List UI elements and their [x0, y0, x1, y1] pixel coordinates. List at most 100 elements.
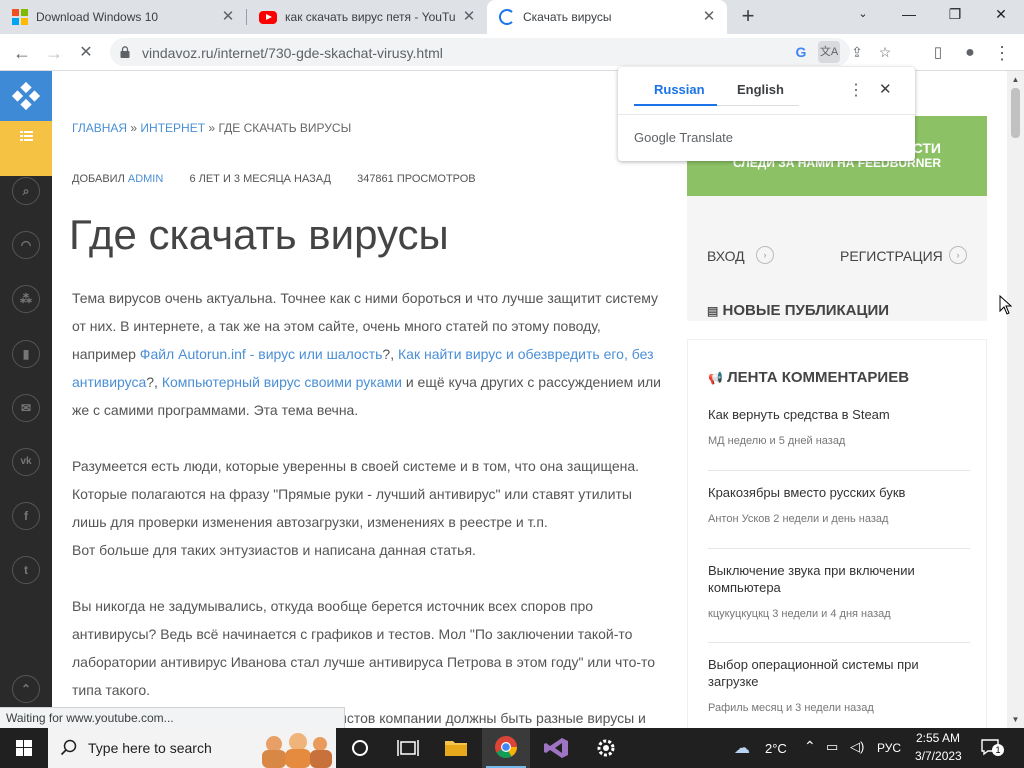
close-tab-icon[interactable]: ✕	[701, 9, 717, 25]
volume-icon[interactable]: ◁)	[850, 739, 864, 755]
paragraph-text: ?,	[382, 346, 398, 362]
chrome-icon[interactable]	[482, 728, 530, 768]
breadcrumb-section-link[interactable]: ИНТЕРНЕТ	[140, 121, 205, 135]
search-placeholder[interactable]: Type here to search	[88, 740, 212, 756]
menu-icon[interactable]	[0, 121, 52, 176]
article-link-computer-virus[interactable]: Компьютерный вирус своими руками	[162, 374, 402, 390]
brand-google: Google	[634, 130, 676, 145]
kebab-menu-icon[interactable]: ⋮	[988, 39, 1016, 67]
translate-icon[interactable]: 文A	[818, 41, 840, 63]
facebook-icon[interactable]: f	[12, 502, 40, 530]
network-icon[interactable]: ▭	[826, 739, 838, 755]
rss-icon[interactable]: ◠	[12, 231, 40, 259]
restore-button[interactable]: ❐	[932, 0, 978, 30]
chevron-right-icon[interactable]: ›	[949, 246, 967, 264]
search-icon	[60, 739, 77, 756]
weather-cloud-icon[interactable]: ☁	[734, 738, 750, 758]
google-translate-brand: Google Translate	[634, 130, 733, 145]
bookmark-icon[interactable]: ▮	[12, 340, 40, 368]
chevron-right-icon[interactable]: ›	[756, 246, 774, 264]
new-tab-button[interactable]: +	[736, 5, 760, 29]
paragraph-text: Вот больше для таких энтузиастов и напис…	[72, 542, 476, 558]
task-view-icon[interactable]	[384, 728, 432, 768]
twitter-icon[interactable]: t	[12, 556, 40, 584]
windows-taskbar: Type here to search ☁ 2°C ⌃ ▭ ◁) РУС 2:5…	[0, 728, 1024, 768]
input-language[interactable]: РУС	[877, 741, 901, 755]
close-tab-icon[interactable]: ✕	[220, 9, 236, 25]
tab-target-language[interactable]: English	[737, 82, 784, 97]
close-icon[interactable]: ✕	[879, 80, 892, 98]
profile-avatar-icon[interactable]: ●	[956, 39, 984, 67]
address-bar[interactable]: vindavoz.ru/internet/730-gde-skachat-vir…	[110, 38, 891, 66]
tab-active-skachat-virusy[interactable]: Скачать вирусы ✕	[487, 0, 727, 34]
comment-title[interactable]: Выключение звука при включении компьютер…	[708, 562, 970, 596]
author-link[interactable]: ADMIN	[128, 173, 163, 185]
share-icon[interactable]: ⇪	[846, 41, 868, 63]
divider	[618, 114, 915, 115]
visual-studio-icon[interactable]	[532, 728, 580, 768]
notification-count-badge: 1	[992, 744, 1004, 756]
scrollbar-thumb[interactable]	[1011, 88, 1020, 138]
google-lens-icon[interactable]: G	[790, 41, 812, 63]
scroll-down-arrow-icon[interactable]: ▼	[1007, 711, 1024, 728]
heading-text: ЛЕНТА КОММЕНТАРИЕВ	[727, 369, 910, 386]
article-link-autorun[interactable]: Файл Autorun.inf - вирус или шалость	[140, 346, 383, 362]
comment-title[interactable]: Как вернуть средства в Steam	[708, 406, 970, 423]
comment-title[interactable]: Кракозябры вместо русских букв	[708, 484, 970, 501]
tab-youtube[interactable]: как скачать вирус петя - YouTub ✕	[247, 0, 487, 34]
breadcrumb-current: ГДЕ СКАЧАТЬ ВИРУСЫ	[218, 121, 352, 135]
lock-icon[interactable]	[120, 46, 130, 58]
search-icon[interactable]: ⌕	[12, 177, 40, 205]
more-options-icon[interactable]: ⋮	[848, 80, 864, 100]
vk-icon[interactable]: vk	[12, 448, 40, 476]
paragraph-text: Разумеется есть люди, которые уверенны в…	[72, 458, 640, 530]
cortana-icon[interactable]	[336, 728, 384, 768]
comment-title[interactable]: Выбор операционной системы при загрузке	[708, 656, 970, 690]
login-link[interactable]: ВХОД	[707, 248, 745, 264]
comment-meta: кцукуцкуцкц 3 недели и 4 дня назад	[708, 608, 891, 620]
article-meta: ДОБАВИЛ ADMIN 6 ЛЕТ И 3 МЕСЯЦА НАЗАД 347…	[72, 173, 476, 185]
clock-time[interactable]: 2:55 AM	[916, 731, 960, 745]
tab-source-language[interactable]: Russian	[654, 82, 705, 97]
start-button[interactable]	[0, 728, 48, 768]
paragraph-text: ?,	[146, 374, 162, 390]
side-panel-icon[interactable]: ▯	[924, 39, 952, 67]
clock-date[interactable]: 3/7/2023	[915, 749, 962, 763]
site-logo[interactable]	[0, 71, 52, 121]
register-link[interactable]: РЕГИСТРАЦИЯ	[840, 248, 943, 264]
bookmark-star-icon[interactable]: ☆	[874, 41, 896, 63]
mail-icon[interactable]: ✉	[12, 394, 40, 422]
tab-download-windows[interactable]: Download Windows 10 ✕	[0, 0, 246, 34]
show-hidden-icons-chevron-icon[interactable]: ⌃	[804, 738, 816, 755]
scroll-up-arrow-icon[interactable]: ▲	[1007, 71, 1024, 88]
new-publications-heading[interactable]: ▤ НОВЫЕ ПУБЛИКАЦИИ	[707, 302, 889, 319]
tab-title: Скачать вирусы	[523, 10, 612, 24]
close-window-button[interactable]: ✕	[978, 0, 1024, 30]
status-bubble: Waiting for www.youtube.com...	[0, 707, 345, 728]
stop-loading-icon[interactable]: ✕	[72, 39, 100, 67]
vertical-scrollbar[interactable]: ▲ ▼	[1007, 71, 1024, 728]
settings-gear-icon[interactable]	[582, 728, 630, 768]
weather-temperature[interactable]: 2°C	[765, 741, 787, 756]
forward-arrow-icon[interactable]: →	[40, 39, 68, 67]
notification-center-icon[interactable]: 1	[980, 738, 1004, 756]
close-tab-icon[interactable]: ✕	[461, 9, 477, 25]
taskbar-search-box[interactable]: Type here to search	[48, 728, 336, 768]
comment-item[interactable]: Выбор операционной системы при загрузке …	[708, 656, 970, 714]
back-arrow-icon[interactable]: ←	[8, 39, 36, 67]
sitemap-icon[interactable]: ⁂	[12, 285, 40, 313]
comment-item[interactable]: Выключение звука при включении компьютер…	[708, 562, 970, 620]
file-explorer-icon[interactable]	[432, 728, 480, 768]
heading-text: НОВЫЕ ПУБЛИКАЦИИ	[722, 302, 890, 319]
tab-search-chevron-icon[interactable]: ⌄	[840, 0, 886, 30]
url-text[interactable]: vindavoz.ru/internet/730-gde-skachat-vir…	[142, 45, 443, 61]
breadcrumb-home-link[interactable]: ГЛАВНАЯ	[72, 121, 127, 135]
breadcrumb: ГЛАВНАЯ » ИНТЕРНЕТ » ГДЕ СКАЧАТЬ ВИРУСЫ	[72, 121, 351, 135]
scroll-top-icon[interactable]: ⌃	[12, 675, 40, 703]
comment-item[interactable]: Кракозябры вместо русских букв Антон Уск…	[708, 484, 970, 525]
browser-toolbar: ← → ✕ vindavoz.ru/internet/730-gde-skach…	[0, 34, 1024, 71]
view-count: 347861 ПРОСМОТРОВ	[357, 173, 476, 185]
comment-item[interactable]: Как вернуть средства в Steam МД неделю и…	[708, 406, 970, 447]
minimize-button[interactable]: —	[886, 0, 932, 30]
divider	[708, 470, 970, 471]
